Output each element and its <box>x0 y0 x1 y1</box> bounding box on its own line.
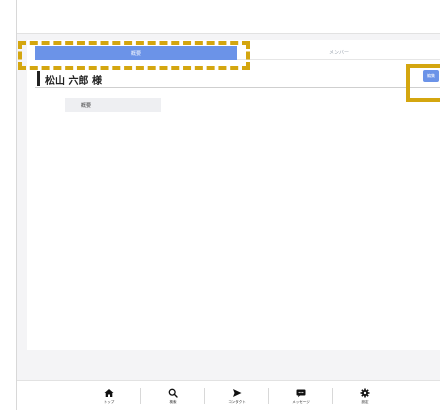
footer-spacer <box>17 352 440 376</box>
title-accent-bar <box>37 71 40 86</box>
bottom-nav: トップ 検索 コンタクト メッセージ 設定 <box>17 380 440 410</box>
page-title: 松山 六郎 様 <box>45 76 102 87</box>
nav-item-search[interactable]: 検索 <box>141 381 205 410</box>
nav-label: コンタクト <box>228 399 246 404</box>
top-bar <box>17 0 440 34</box>
app-frame: 概要 メンバー 松山 六郎 様 編集 概要 トップ 検索 コンタクト メッセージ… <box>16 0 440 410</box>
summary-field-label: 概要 <box>65 98 161 112</box>
gear-icon <box>360 388 370 397</box>
nav-item-message[interactable]: メッセージ <box>269 381 333 410</box>
nav-label: 設定 <box>361 399 369 404</box>
tab-summary[interactable]: 概要 <box>35 46 237 60</box>
nav-item-contact[interactable]: コンタクト <box>205 381 269 410</box>
message-icon <box>296 389 306 397</box>
nav-label: メッセージ <box>292 399 310 404</box>
home-icon <box>104 388 114 397</box>
tab-members[interactable]: メンバー <box>237 46 440 60</box>
profile-header: 松山 六郎 様 編集 <box>35 70 440 88</box>
tab-bar: 概要 メンバー <box>35 46 440 60</box>
send-icon <box>233 388 242 397</box>
nav-item-settings[interactable]: 設定 <box>333 381 397 410</box>
profile-card: 概要 メンバー 松山 六郎 様 編集 概要 <box>27 40 440 350</box>
search-icon <box>168 388 178 398</box>
nav-label: 検索 <box>169 399 177 404</box>
nav-label: トップ <box>103 399 115 404</box>
nav-item-top[interactable]: トップ <box>77 381 141 410</box>
edit-button[interactable]: 編集 <box>423 70 439 82</box>
